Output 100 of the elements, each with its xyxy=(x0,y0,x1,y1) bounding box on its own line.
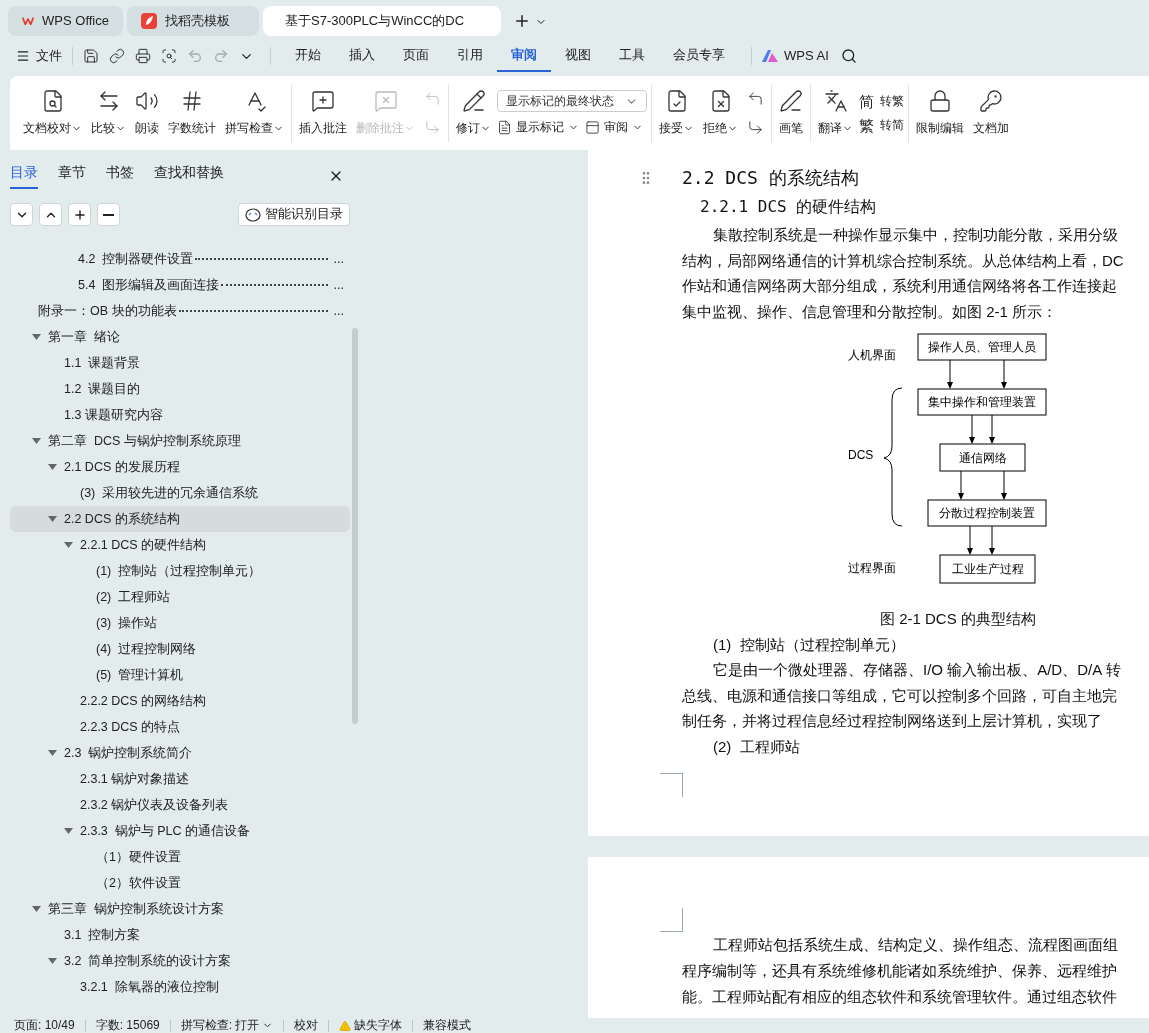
status-item[interactable]: 校对 xyxy=(294,1018,319,1033)
toc-control-button[interactable] xyxy=(68,203,91,226)
toc-item[interactable]: （2）软件设置 xyxy=(10,870,350,896)
toc-item[interactable]: 第一章 绪论 xyxy=(10,324,350,350)
markup-select[interactable]: 显示标记的最终状态 xyxy=(497,90,647,112)
menu-tab[interactable]: 引用 xyxy=(443,40,497,72)
panel-tab[interactable]: 章节 xyxy=(58,162,86,189)
ribbon-button[interactable]: 限制编辑 xyxy=(913,87,967,139)
arrow xyxy=(967,525,973,555)
toc-item[interactable]: 2.3.3 锅炉与 PLC 的通信设备 xyxy=(10,818,350,844)
ribbon-button[interactable]: 插入批注 xyxy=(296,87,350,139)
ribbon-button[interactable]: 文档加 xyxy=(970,87,1012,139)
toc-item[interactable]: （1）硬件设置 xyxy=(10,844,350,870)
menu-tab[interactable]: 会员专享 xyxy=(659,40,739,72)
diagram-box: 集中操作和管理装置 xyxy=(917,388,1047,416)
toc-item[interactable]: 3.2.1 除氧器的液位控制 xyxy=(10,974,350,1000)
toc-item[interactable]: 第二章 DCS 与锅炉控制系统原理 xyxy=(10,428,350,454)
window-tab[interactable]: 找稻壳模板 xyxy=(127,6,259,36)
toc-item[interactable]: 2.1 DCS 的发展历程 xyxy=(10,454,350,480)
toc-item[interactable]: 2.2 DCS 的系统结构 xyxy=(10,506,350,532)
toc-item[interactable]: 3.1 控制方案 xyxy=(10,922,350,948)
panel-tab[interactable]: 目录 xyxy=(10,162,38,189)
toc-item[interactable]: (1) 控制站（过程控制单元） xyxy=(10,558,350,584)
toc-control-button[interactable] xyxy=(10,203,33,226)
print-preview-icon[interactable] xyxy=(161,48,177,64)
warning-icon xyxy=(339,1019,352,1032)
ribbon-button[interactable]: 画笔 xyxy=(776,87,806,139)
ribbon-button[interactable]: 简 转繁 xyxy=(859,92,904,110)
ribbon-button[interactable]: 显示标记 xyxy=(497,118,579,136)
toc-item[interactable]: 1.1 课题背景 xyxy=(10,350,350,376)
save-icon[interactable] xyxy=(83,48,99,64)
menu-tab[interactable]: 审阅 xyxy=(497,40,551,72)
menu-tab[interactable]: 插入 xyxy=(335,40,389,72)
toc-item[interactable]: 第三章 锅炉控制系统设计方案 xyxy=(10,896,350,922)
toc-item[interactable]: 1.2 课题目的 xyxy=(10,376,350,402)
status-item[interactable]: 缺失字体 xyxy=(339,1018,403,1033)
collapse-triangle-icon[interactable] xyxy=(48,748,57,758)
new-tab-icon[interactable] xyxy=(513,12,531,30)
ai-label[interactable]: WPS AI xyxy=(784,46,829,66)
toc-item[interactable]: (3) 采用较先进的冗余通信系统 xyxy=(10,480,350,506)
toc-item[interactable]: 2.3.1 锅炉对象描述 xyxy=(10,766,350,792)
toc-item[interactable]: 3.2 简单控制系统的设计方案 xyxy=(10,948,350,974)
toc-item[interactable]: 2.2.2 DCS 的网络结构 xyxy=(10,688,350,714)
toc-item[interactable]: (4) 过程控制网络 xyxy=(10,636,350,662)
collapse-triangle-icon[interactable] xyxy=(48,514,57,524)
ribbon-button[interactable]: 拒绝 xyxy=(700,87,741,139)
panel-tab[interactable]: 书签 xyxy=(106,162,134,189)
ribbon-button[interactable]: 繁 转简 xyxy=(859,116,904,134)
toc-entry[interactable]: 4.2 控制器硬件设置 xyxy=(78,249,194,269)
menu-tab[interactable]: 视图 xyxy=(551,40,605,72)
print-icon[interactable] xyxy=(135,48,151,64)
scrollbar-thumb[interactable] xyxy=(352,328,358,724)
ribbon-button[interactable]: 文档校对 xyxy=(20,87,85,139)
toc-control-button[interactable] xyxy=(97,203,120,226)
status-item[interactable]: 拼写检查: 打开 xyxy=(180,1018,274,1033)
panel-tab[interactable]: 查找和替换 xyxy=(154,162,224,189)
toc-item[interactable]: 2.3 锅炉控制系统简介 xyxy=(10,740,350,766)
collapse-triangle-icon[interactable] xyxy=(32,436,41,446)
comment-x-icon xyxy=(373,89,398,113)
collapse-triangle-icon[interactable] xyxy=(64,826,73,836)
menu-tab[interactable]: 开始 xyxy=(281,40,335,72)
ribbon-button[interactable]: 拼写检查 xyxy=(222,87,287,139)
diagram-box: 工业生产过程 xyxy=(939,554,1036,584)
status-item: 字数: 15069 xyxy=(95,1018,160,1033)
smart-toc-button[interactable]: 智能识别目录 xyxy=(238,203,350,226)
list-item: (1) 控制站（过程控制单元） xyxy=(713,634,905,655)
paragraph-line: 集中监视、操作、信息管理和分散控制。如图 2-1 所示： xyxy=(682,301,1057,322)
menu-tab[interactable]: 工具 xyxy=(605,40,659,72)
glyph-icon: 简 xyxy=(859,93,874,109)
link-icon[interactable] xyxy=(109,48,125,64)
toc-entry[interactable]: 5.4 图形编辑及画面连接 xyxy=(78,275,220,295)
status-item[interactable]: 兼容模式 xyxy=(423,1018,472,1033)
ribbon-button[interactable]: 字数统计 xyxy=(165,87,219,139)
toc-item[interactable]: (2) 工程师站 xyxy=(10,584,350,610)
collapse-triangle-icon[interactable] xyxy=(64,540,73,550)
status-item: 页面: 10/49 xyxy=(14,1018,75,1033)
minus-icon xyxy=(103,213,114,216)
collapse-triangle-icon[interactable] xyxy=(48,956,57,966)
ribbon-button[interactable]: 翻译 xyxy=(815,87,856,139)
search-icon[interactable] xyxy=(840,48,857,64)
toc-entry[interactable]: 附录一：OB 块的功能表 xyxy=(38,301,177,321)
ribbon-button[interactable]: 朗读 xyxy=(132,87,162,139)
window-tab[interactable]: WPS Office xyxy=(8,6,123,36)
toc-item[interactable]: 2.2.1 DCS 的硬件结构 xyxy=(10,532,350,558)
toc-control-button[interactable] xyxy=(39,203,62,226)
menu-tab[interactable]: 页面 xyxy=(389,40,443,72)
ribbon-button[interactable]: 比较 xyxy=(88,87,129,139)
ribbon-button[interactable]: 接受 xyxy=(656,87,697,139)
collapse-triangle-icon[interactable] xyxy=(48,462,57,472)
ribbon-button[interactable]: 审阅 xyxy=(585,118,643,136)
toc-item[interactable]: 2.2.3 DCS 的特点 xyxy=(10,714,350,740)
toc-item[interactable]: 2.3.2 锅炉仪表及设备列表 xyxy=(10,792,350,818)
collapse-triangle-icon[interactable] xyxy=(32,332,41,342)
window-tab[interactable]: 基于S7-300PLC与WinCC的DC xyxy=(263,6,501,36)
toc-item[interactable]: (5) 管理计算机 xyxy=(10,662,350,688)
ribbon-button[interactable]: 修订 xyxy=(453,87,494,139)
toc-item[interactable]: 1.3 课题研究内容 xyxy=(10,402,350,428)
file-menu[interactable]: 文件 xyxy=(16,46,62,66)
toc-item[interactable]: (3) 操作站 xyxy=(10,610,350,636)
collapse-triangle-icon[interactable] xyxy=(32,904,41,914)
